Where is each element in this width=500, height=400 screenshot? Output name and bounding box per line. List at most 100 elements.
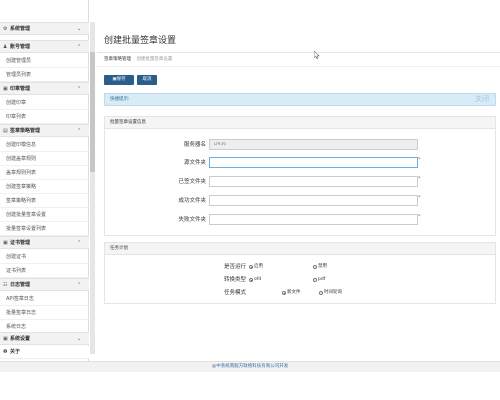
- success-folder-field[interactable]: [209, 195, 418, 206]
- sidebar-item-label: 批量签章设置列表: [6, 226, 47, 232]
- radio-disable-label[interactable]: 禁用: [318, 263, 327, 271]
- cancel-button[interactable]: 取消: [137, 75, 157, 85]
- sidebar-item-seal-list[interactable]: 印章列表: [0, 110, 89, 124]
- panel-title: 任务计划: [110, 246, 128, 251]
- required-marker: *: [418, 157, 421, 163]
- chevron-up-icon: ⌃: [77, 128, 82, 134]
- sidebar-item-batch-log[interactable]: 批量签章日志: [0, 306, 89, 320]
- task-mode-label: 任务模式: [223, 290, 246, 296]
- sidebar-section-label: 系统管理: [10, 26, 31, 32]
- sidebar-item-certificate-list[interactable]: 证书列表: [0, 264, 89, 278]
- required-marker: *: [418, 176, 421, 182]
- success-folder-label: 成功文件夹: [178, 198, 206, 204]
- sidebar-item-label: API签章日志: [6, 296, 34, 302]
- sidebar-item-create-batch-setting[interactable]: 创建批量签章设置: [0, 208, 89, 222]
- chevron-down-icon: ⌄: [77, 336, 82, 342]
- sidebar-item-label: 系统日志: [6, 324, 27, 330]
- sidebar-section-account-management[interactable]: ♟ 账号管理 ⌃: [0, 40, 89, 53]
- certificate-icon: ▣: [3, 240, 8, 246]
- info-icon: ❶: [3, 349, 8, 355]
- sidebar-item-policy-list[interactable]: 签章策略列表: [0, 194, 89, 208]
- sidebar-section-label: 签章策略管理: [10, 128, 41, 134]
- settings-icon: ▣: [3, 336, 8, 342]
- sidebar-item-create-certificate[interactable]: 创建证书: [0, 250, 89, 264]
- convert-type-label: 转换类型: [223, 277, 246, 283]
- sidebar-section-log-management[interactable]: ☷ 日志管理 ⌃: [0, 278, 89, 291]
- sidebar: ⚙ 系统管理 ⌄ ♟ 账号管理 ⌃ 创建管理员 管理员列表 ▣ 印章管理 ⌃ 创…: [0, 0, 89, 361]
- panel-header: 任务计划: [105, 243, 495, 255]
- chevron-up-icon: ⌃: [77, 240, 82, 246]
- source-folder-field[interactable]: [209, 157, 418, 168]
- page-title: 创建批量签章设置: [104, 36, 177, 46]
- page-footer: @中系统南服方联络科技有限公司开发: [0, 361, 500, 372]
- alert-text: 快捷提示:: [110, 97, 130, 102]
- radio-pdf[interactable]: [313, 278, 317, 282]
- chevron-down-icon: ⌄: [77, 26, 82, 32]
- sidebar-section-label: 证书管理: [10, 240, 31, 246]
- sidebar-section-label: 关于: [10, 349, 21, 355]
- sidebar-item-label: 创建证书: [6, 254, 27, 260]
- seal-icon: ▣: [3, 86, 8, 92]
- sidebar-item-create-stamp-rule[interactable]: 创建盖章规则: [0, 152, 89, 166]
- sidebar-item-label: 创建盖章规则: [6, 156, 37, 162]
- mouse-cursor-icon: [313, 50, 320, 60]
- failed-folder-field[interactable]: [209, 214, 418, 225]
- sidebar-item-stamp-rule-list[interactable]: 盖章规则列表: [0, 166, 89, 180]
- sidebar-item-label: 创建签章策略: [6, 184, 37, 190]
- radio-ofd-label[interactable]: ofd: [254, 276, 261, 284]
- sidebar-section-signature-policy[interactable]: ▤ 签章策略管理 ⌃: [0, 124, 89, 137]
- sidebar-section-system-settings[interactable]: ▣ 系统设置 ⌄: [0, 332, 89, 345]
- gear-icon: ⚙: [3, 26, 8, 32]
- sidebar-item-label: 签章策略列表: [6, 198, 37, 204]
- sidebar-item-label: 创建印模信息: [6, 142, 37, 148]
- sidebar-scroll-thumb[interactable]: [90, 52, 95, 172]
- footer-text: @中系统南服方联络科技有限公司开发: [211, 364, 289, 369]
- signed-folder-field[interactable]: [209, 176, 418, 187]
- breadcrumb-parent[interactable]: 签章策略管理: [104, 57, 131, 62]
- save-button[interactable]: ▣保存: [104, 75, 134, 85]
- breadcrumb-divider: [97, 66, 500, 67]
- sidebar-item-label: 印章列表: [6, 114, 27, 120]
- radio-disable[interactable]: [313, 265, 317, 269]
- server-name-field[interactable]: [209, 139, 418, 150]
- breadcrumb-current: 创建批量签章设置: [136, 57, 173, 62]
- breadcrumb: 签章策略管理 创建批量签章设置: [104, 57, 172, 63]
- sidebar-item-create-policy[interactable]: 创建签章策略: [0, 180, 89, 194]
- radio-pdf-label[interactable]: pdf: [318, 276, 325, 284]
- sidebar-section-system-management[interactable]: ⚙ 系统管理 ⌄: [0, 22, 89, 35]
- sidebar-item-api-log[interactable]: API签章日志: [0, 292, 89, 306]
- sidebar-section-label: 系统设置: [10, 336, 31, 342]
- source-folder-label: 源文件夹: [183, 160, 206, 166]
- radio-ofd[interactable]: [249, 278, 253, 282]
- radio-new-file-label[interactable]: 新文件: [287, 289, 301, 297]
- radio-enable-label[interactable]: 启用: [254, 263, 263, 271]
- sidebar-section-about[interactable]: ❶ 关于: [0, 346, 89, 359]
- sidebar-item-create-seal[interactable]: 创建印章: [0, 96, 89, 110]
- radio-time-polling-label[interactable]: 时间轮询: [324, 289, 342, 297]
- radio-enable[interactable]: [249, 265, 253, 269]
- sidebar-item-admin-list[interactable]: 管理员列表: [0, 68, 89, 82]
- sidebar-section-certificate-management[interactable]: ▣ 证书管理 ⌃: [0, 236, 89, 249]
- sidebar-section-label: 印章管理: [10, 86, 31, 92]
- chevron-up-icon: ⌃: [77, 86, 82, 92]
- radio-time-polling[interactable]: [319, 291, 323, 295]
- tip-alert: 快捷提示: 关闭: [104, 93, 496, 106]
- sidebar-item-label: 创建批量签章设置: [6, 212, 47, 218]
- sidebar-item-create-seal-mold[interactable]: 创建印模信息: [0, 138, 89, 152]
- alert-close-button[interactable]: 关闭: [475, 95, 489, 104]
- log-icon: ☷: [3, 282, 8, 288]
- radio-new-file[interactable]: [282, 291, 286, 295]
- sidebar-item-create-admin[interactable]: 创建管理员: [0, 54, 89, 68]
- sidebar-item-label: 批量签章日志: [6, 310, 37, 316]
- sidebar-item-label: 证书列表: [6, 268, 27, 274]
- required-marker: *: [418, 214, 421, 220]
- sidebar-item-label: 创建印章: [6, 100, 27, 106]
- chevron-up-icon: ⌃: [77, 44, 82, 50]
- sidebar-item-label: 管理员列表: [6, 72, 32, 78]
- sidebar-item-batch-setting-list[interactable]: 批量签章设置列表: [0, 222, 89, 236]
- sidebar-section-label: 日志管理: [10, 282, 31, 288]
- sidebar-section-seal-management[interactable]: ▣ 印章管理 ⌃: [0, 82, 89, 95]
- sidebar-item-label: 盖章规则列表: [6, 170, 37, 176]
- sidebar-item-label: 创建管理员: [6, 58, 32, 64]
- title-divider: [97, 52, 500, 53]
